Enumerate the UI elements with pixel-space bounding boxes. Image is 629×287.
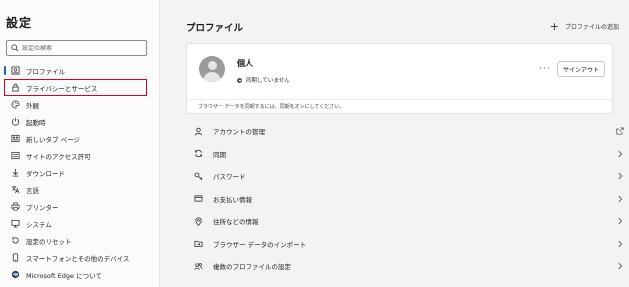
sidebar-item-startup[interactable]: 起動時 bbox=[0, 113, 160, 130]
reset-icon bbox=[10, 236, 20, 246]
sidebar-item-site-permissions[interactable]: サイトのアクセス許可 bbox=[0, 147, 160, 164]
row-sync[interactable]: 同期 bbox=[186, 143, 624, 166]
avatar-body-shape bbox=[203, 72, 221, 82]
sync-icon bbox=[193, 149, 203, 159]
sync-status: 同期していません bbox=[237, 76, 290, 84]
row-multi-profile-settings[interactable]: 複数のプロファイルの設定 bbox=[186, 255, 624, 278]
sidebar-item-downloads[interactable]: ダウンロード bbox=[0, 164, 160, 181]
signout-button[interactable]: サインアウト bbox=[557, 61, 605, 77]
settings-nav: プロファイル プライバシーとサービス 外観 起動時 新しいタブ ページ サイトの… bbox=[0, 62, 160, 283]
row-label: パスワード bbox=[213, 173, 246, 182]
site-permissions-icon bbox=[10, 151, 20, 161]
sidebar-item-label: 新しいタブ ページ bbox=[26, 135, 80, 144]
profile-card: 個人 同期していません ··· サインアウト ブラウザー データを同期するには、… bbox=[186, 43, 613, 114]
person-icon bbox=[193, 126, 203, 136]
sidebar-item-printers[interactable]: プリンター bbox=[0, 198, 160, 215]
download-icon bbox=[10, 168, 20, 178]
chevron-right-icon bbox=[616, 240, 624, 248]
sidebar-item-appearance[interactable]: 外観 bbox=[0, 96, 160, 113]
sync-status-text: 同期していません bbox=[246, 78, 290, 84]
new-tab-icon bbox=[10, 134, 20, 144]
sidebar-item-label: 言語 bbox=[26, 186, 39, 195]
sidebar-item-label: Microsoft Edge について bbox=[26, 271, 102, 280]
profile-settings-list: アカウントの管理 同期 パスワード お支払い情報 住所などの情報 ブラウザー デ… bbox=[186, 120, 624, 278]
sidebar-item-new-tab[interactable]: 新しいタブ ページ bbox=[0, 130, 160, 147]
profile-icon bbox=[10, 66, 20, 76]
system-icon bbox=[10, 219, 20, 229]
row-payment-info[interactable]: お支払い情報 bbox=[186, 188, 624, 211]
add-profile-button[interactable]: + プロファイルの追加 bbox=[549, 19, 619, 33]
power-icon bbox=[10, 117, 20, 127]
sidebar-item-label: システム bbox=[26, 220, 52, 229]
more-options-button[interactable]: ··· bbox=[539, 64, 551, 74]
sidebar-item-profile[interactable]: プロファイル bbox=[0, 62, 160, 79]
lock-icon bbox=[10, 83, 20, 93]
sidebar-item-phone-devices[interactable]: スマートフォンとその他のデバイス bbox=[0, 249, 160, 266]
row-passwords[interactable]: パスワード bbox=[186, 165, 624, 188]
settings-sidebar: 設定 プロファイル プライバシーとサービス 外観 起動時 新しいタブ ページ サ… bbox=[0, 0, 160, 287]
sidebar-item-label: スマートフォンとその他のデバイス bbox=[26, 254, 130, 263]
import-icon bbox=[193, 239, 203, 249]
row-label: お支払い情報 bbox=[213, 195, 252, 204]
chevron-right-icon bbox=[616, 172, 624, 180]
row-label: アカウントの管理 bbox=[213, 128, 265, 137]
row-addresses[interactable]: 住所などの情報 bbox=[186, 210, 624, 233]
language-icon bbox=[10, 185, 20, 195]
card-divider bbox=[187, 99, 612, 100]
row-label: 住所などの情報 bbox=[213, 218, 259, 227]
phone-icon bbox=[10, 253, 20, 263]
profile-name: 個人 bbox=[237, 59, 253, 68]
row-label: 複数のプロファイルの設定 bbox=[213, 263, 291, 272]
chevron-right-icon bbox=[616, 195, 624, 203]
row-import-data[interactable]: ブラウザー データのインポート bbox=[186, 233, 624, 256]
avatar-head-shape bbox=[207, 61, 217, 70]
settings-search-box[interactable] bbox=[6, 40, 147, 56]
profile-page: プロファイル + プロファイルの追加 個人 同期していません ··· サインアウ… bbox=[160, 0, 629, 287]
sidebar-item-label: 外観 bbox=[26, 101, 39, 110]
avatar bbox=[199, 56, 225, 82]
sidebar-item-privacy[interactable]: プライバシーとサービス bbox=[4, 79, 147, 96]
sidebar-item-label: 起動時 bbox=[26, 118, 46, 127]
chevron-right-icon bbox=[616, 262, 624, 270]
row-label: 同期 bbox=[213, 150, 226, 159]
key-icon bbox=[193, 171, 203, 181]
external-link-icon bbox=[616, 127, 624, 135]
sidebar-item-languages[interactable]: 言語 bbox=[0, 181, 160, 198]
sidebar-item-label: サイトのアクセス許可 bbox=[26, 152, 91, 161]
sidebar-item-label: プロファイル bbox=[26, 67, 65, 76]
sidebar-item-label: プリンター bbox=[26, 203, 59, 212]
search-icon bbox=[11, 44, 19, 52]
not-synced-icon bbox=[237, 77, 242, 83]
settings-title: 設定 bbox=[6, 16, 33, 30]
sidebar-item-about-edge[interactable]: Microsoft Edge について bbox=[0, 266, 160, 283]
chevron-right-icon bbox=[616, 150, 624, 158]
sidebar-item-reset[interactable]: 設定のリセット bbox=[0, 232, 160, 249]
settings-search-input[interactable] bbox=[22, 44, 142, 52]
edge-icon bbox=[10, 270, 20, 280]
chevron-right-icon bbox=[616, 217, 624, 225]
sync-note: ブラウザー データを同期するには、同期をオンにしてください。 bbox=[198, 104, 345, 110]
sidebar-item-label: 設定のリセット bbox=[26, 237, 72, 246]
sidebar-item-label: ダウンロード bbox=[26, 169, 65, 178]
page-title: プロファイル bbox=[186, 23, 244, 34]
multi-profile-icon bbox=[193, 261, 203, 271]
card-icon bbox=[193, 194, 203, 204]
plus-icon: + bbox=[549, 19, 559, 33]
location-icon bbox=[193, 216, 203, 226]
printer-icon bbox=[10, 202, 20, 212]
add-profile-label: プロファイルの追加 bbox=[564, 24, 619, 31]
sidebar-item-system[interactable]: システム bbox=[0, 215, 160, 232]
row-manage-account[interactable]: アカウントの管理 bbox=[186, 120, 624, 143]
palette-icon bbox=[10, 100, 20, 110]
row-label: ブラウザー データのインポート bbox=[213, 240, 307, 249]
sidebar-item-label: プライバシーとサービス bbox=[26, 84, 98, 93]
